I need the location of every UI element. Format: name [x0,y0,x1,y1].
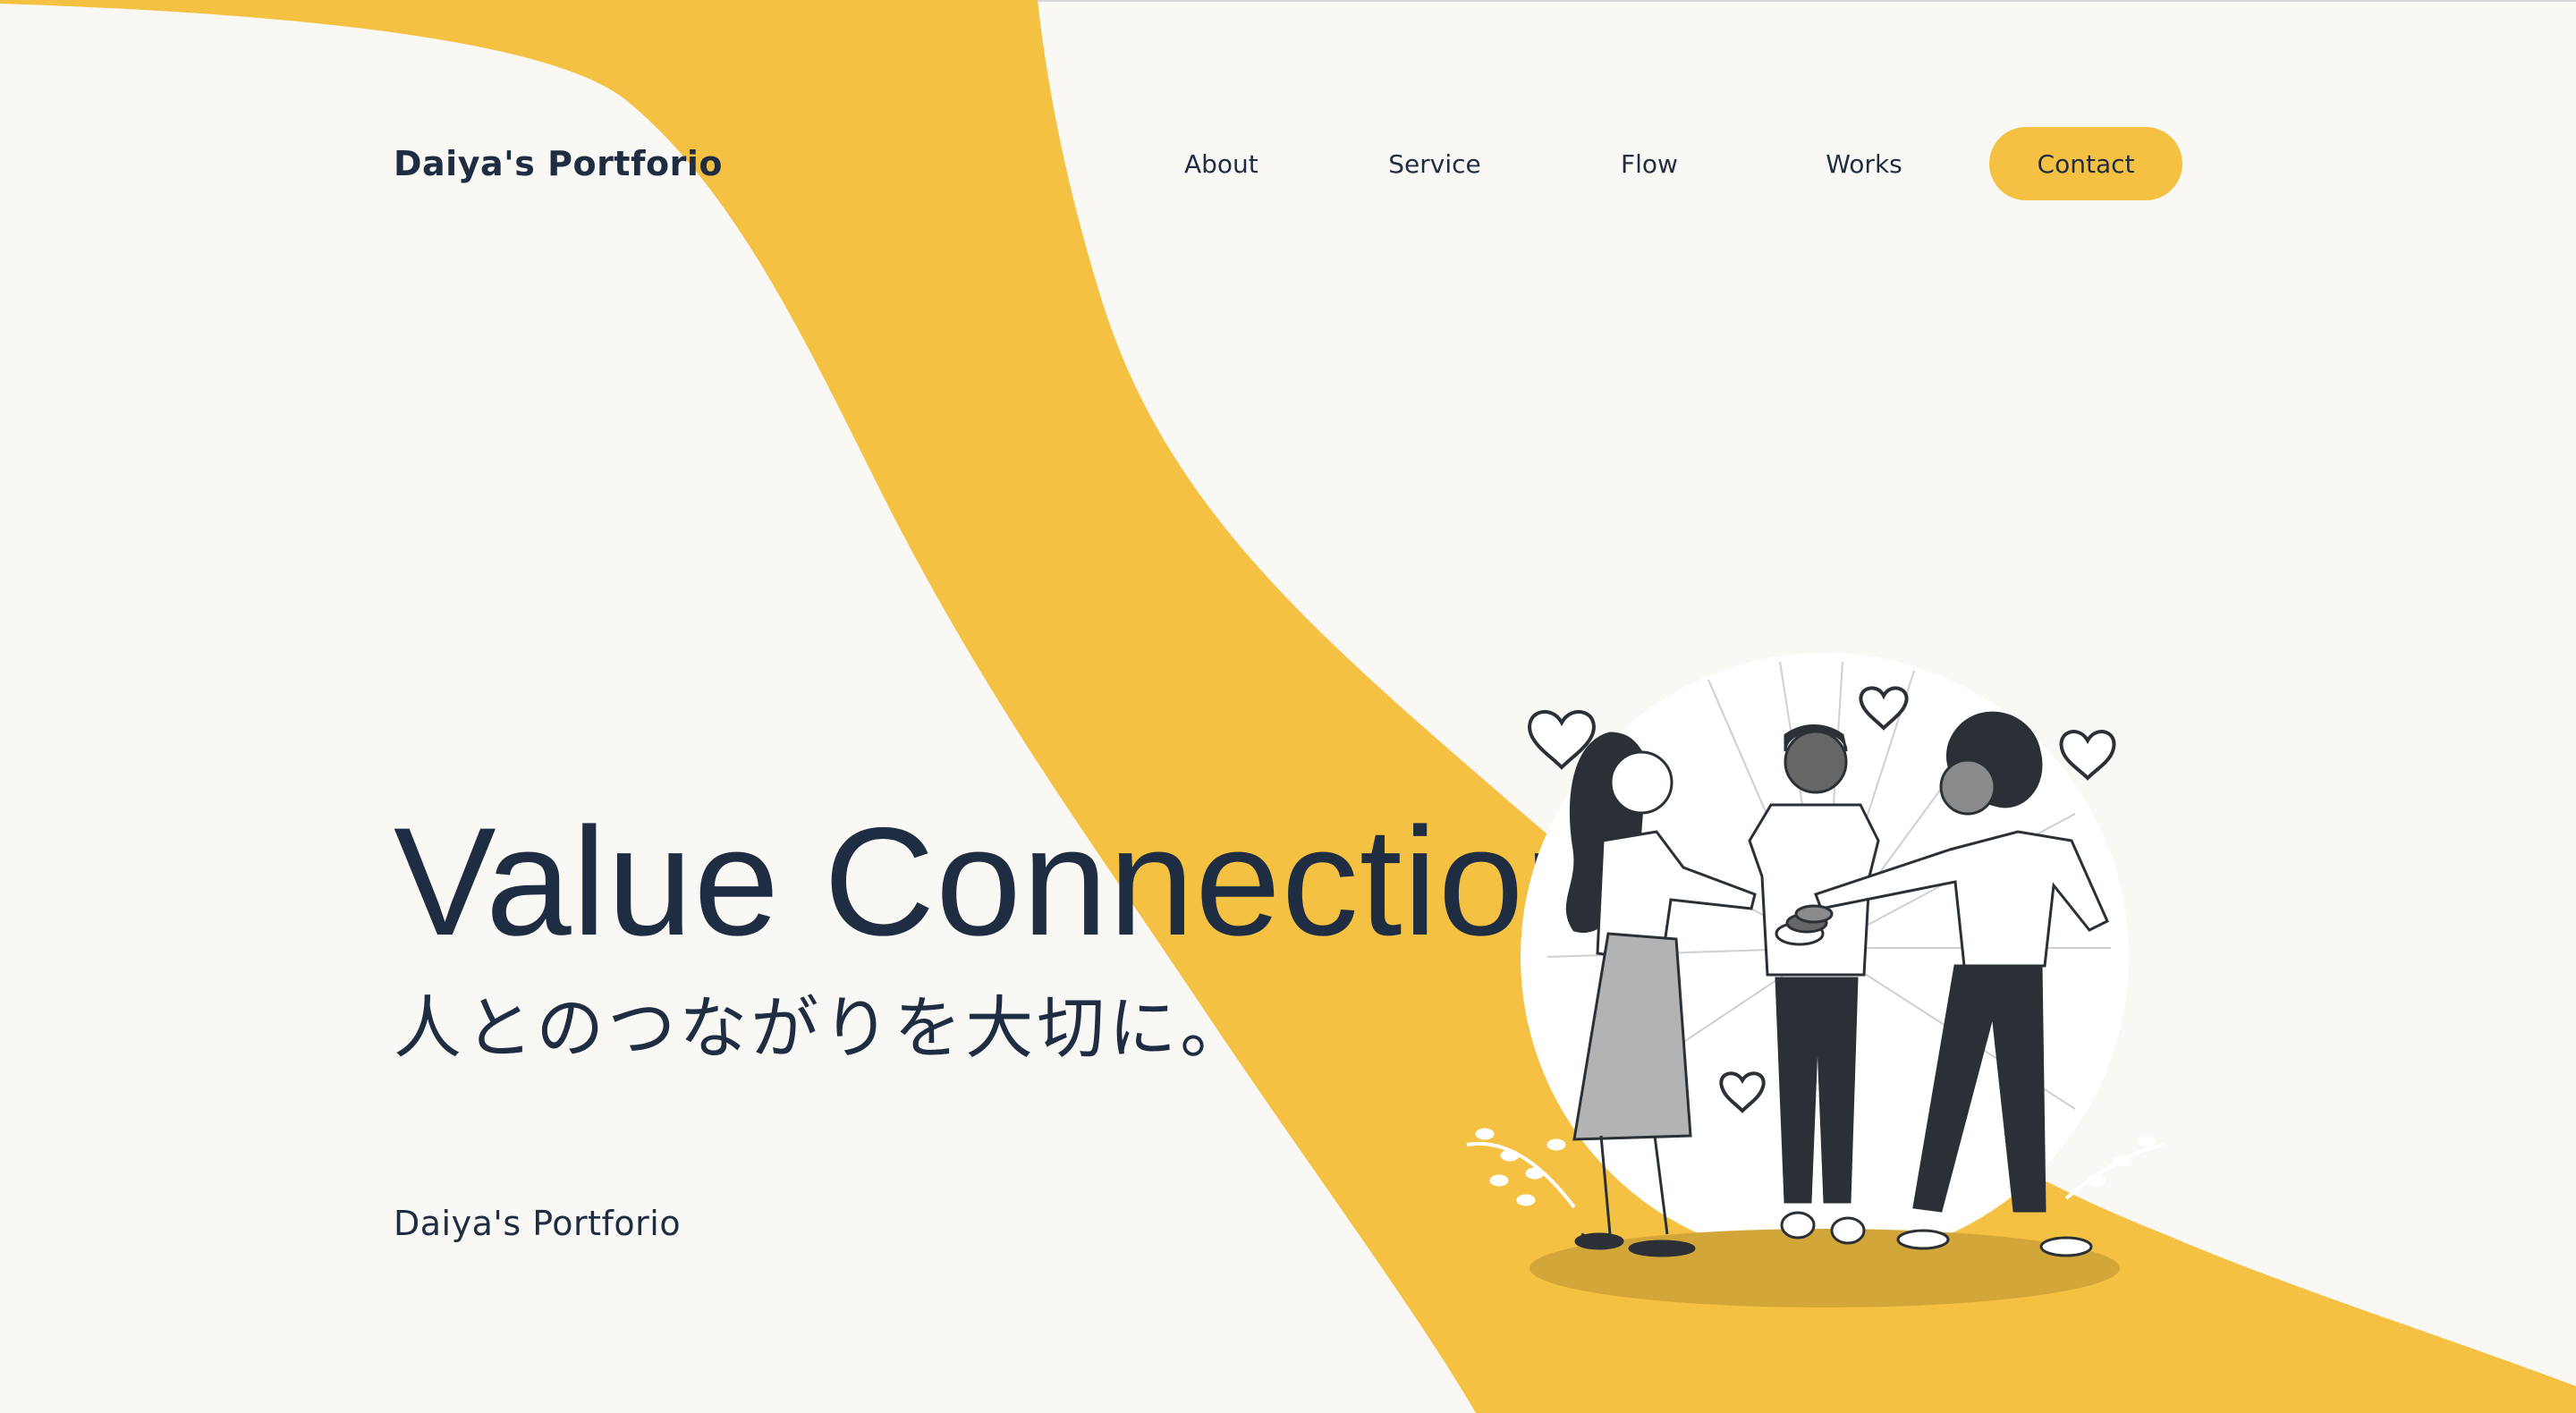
nav-service[interactable]: Service [1327,149,1542,179]
hero-subtitle: 人とのつながりを大切に。 [394,988,1252,1068]
nav-flow[interactable]: Flow [1542,149,1757,179]
hero-tagline: Daiya's Portforio [394,1204,682,1243]
contact-button[interactable]: Contact [1989,127,2182,200]
nav-works[interactable]: Works [1757,149,1971,179]
main-nav: About Service Flow Works Contact [1184,127,2182,200]
hero-title: Value Connection [394,796,1612,968]
leaf-icon [1466,1128,1576,1209]
leaf-icon [2064,1135,2165,1200]
heart-icon [2059,730,2116,781]
background-wave [0,0,2576,1413]
site-logo[interactable]: Daiya's Portforio [394,144,723,183]
site-header: Daiya's Portforio About Service Flow Wor… [394,127,2182,200]
team-illustration [1466,653,2165,1307]
nav-about[interactable]: About [1184,149,1327,179]
